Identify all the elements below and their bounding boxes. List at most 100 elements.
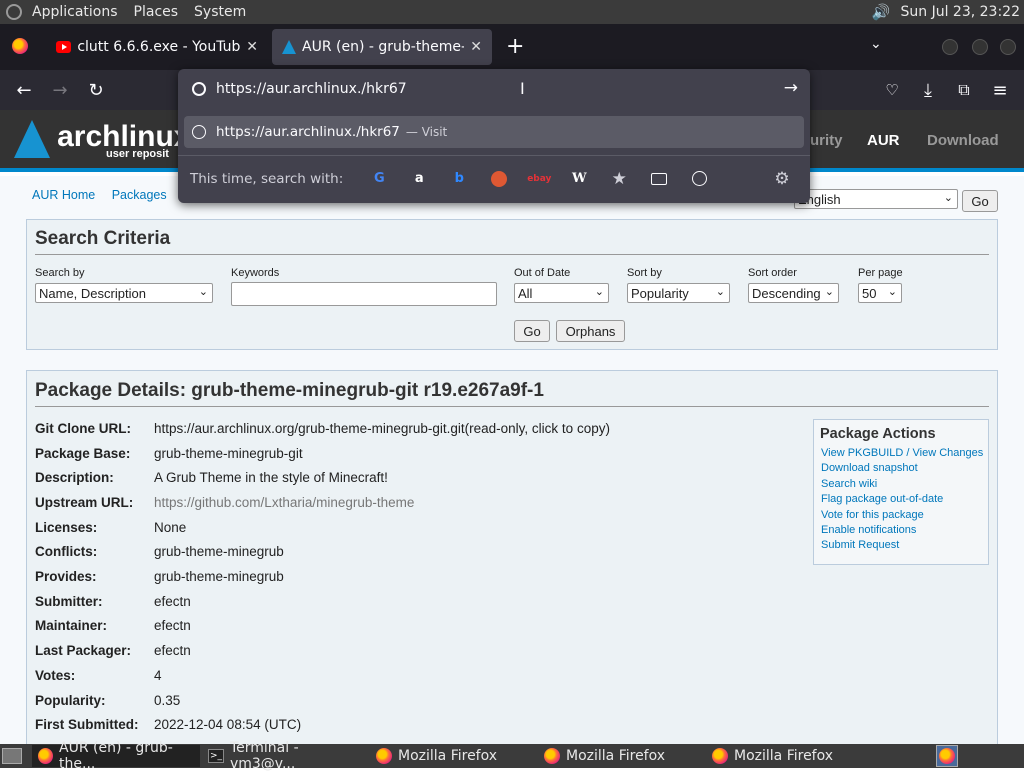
sort-order-select[interactable]: Descending ⌄ (748, 283, 839, 303)
ebay-icon[interactable]: ebay (527, 167, 551, 191)
firefox-icon (544, 748, 560, 764)
close-window-button[interactable] (1000, 39, 1016, 55)
chevron-down-icon: ⌄ (887, 286, 897, 298)
detail-row: First Submitted: 2022-12-04 08:54 (UTC) (35, 717, 301, 732)
nav-security[interactable]: urity (810, 132, 843, 149)
menu-icon[interactable]: ≡ (986, 76, 1014, 104)
close-icon[interactable]: ✕ (470, 39, 482, 55)
sort-by-select[interactable]: Popularity ⌄ (627, 283, 730, 303)
tab-youtube[interactable]: clutt 6.6.6.exe - YouTube ✕ (46, 29, 268, 65)
close-icon[interactable]: ✕ (246, 39, 258, 55)
system-menu[interactable]: System (194, 4, 246, 20)
search-wiki-link[interactable]: Search wiki (814, 477, 988, 492)
detail-row: Conflicts: grub-theme-minegrub (35, 544, 284, 559)
new-tab-button[interactable]: + (506, 34, 524, 59)
search-settings-gear-icon[interactable]: ⚙ (770, 167, 794, 191)
extensions-icon[interactable]: ⧉ (950, 76, 978, 104)
out-of-date-value: All (518, 285, 533, 301)
enable-notifications-link[interactable]: Enable notifications (814, 523, 988, 538)
keywords-input[interactable] (231, 282, 497, 306)
firefox-view-icon[interactable] (12, 38, 28, 58)
task-label: Mozilla Firefox (734, 748, 834, 764)
globe-icon (192, 125, 206, 139)
submit-request-link[interactable]: Submit Request (814, 538, 988, 553)
task-aur[interactable]: AUR (en) - grub-the... (32, 740, 200, 772)
downloads-icon[interactable]: ⤓ (914, 76, 942, 104)
detail-value: 4 (154, 668, 162, 683)
download-snapshot-link[interactable]: Download snapshot (814, 461, 988, 476)
package-base-link[interactable]: grub-theme-minegrub-git (154, 446, 303, 461)
tabs-icon[interactable] (647, 167, 671, 191)
nav-download[interactable]: Download (927, 132, 999, 149)
youtube-icon (56, 41, 72, 53)
chevron-down-icon: ⌄ (715, 286, 725, 298)
url-suggestion[interactable]: https://aur.archlinux./hkr67 — Visit (184, 116, 804, 148)
detail-key: Package Base: (35, 446, 131, 461)
detail-value: None (154, 520, 187, 535)
detail-key: Upstream URL: (35, 495, 134, 510)
detail-value: A Grub Theme in the style of Minecraft! (154, 470, 388, 485)
per-page-select[interactable]: 50 ⌄ (858, 283, 902, 303)
task-firefox-1[interactable]: Mozilla Firefox (370, 745, 536, 767)
places-menu[interactable]: Places (134, 4, 179, 20)
detail-key: Conflicts: (35, 544, 98, 559)
flag-out-of-date-link[interactable]: Flag package out-of-date (814, 492, 988, 507)
gnome-foot-icon[interactable] (6, 4, 22, 20)
maximize-window-button[interactable] (972, 39, 988, 55)
sort-by-label: Sort by (627, 267, 662, 279)
nav-aur-home[interactable]: AUR Home (32, 188, 95, 202)
show-desktop-icon[interactable] (2, 748, 22, 764)
reload-icon[interactable]: ↻ (82, 76, 110, 104)
sort-order-label: Sort order (748, 267, 797, 279)
detail-row: Upstream URL: https://github.com/Lxtharia… (35, 495, 414, 510)
task-firefox-2[interactable]: Mozilla Firefox (538, 745, 704, 767)
bookmarks-star-icon[interactable]: ★ (607, 167, 631, 191)
clock[interactable]: Sun Jul 23, 23:22 (901, 4, 1021, 20)
duckduckgo-icon[interactable] (487, 167, 511, 191)
workspace-switcher[interactable] (936, 745, 958, 767)
detail-row: Last Packager: efectn (35, 643, 191, 658)
go-arrow-icon[interactable]: → (784, 78, 798, 98)
amazon-icon[interactable]: a (407, 167, 431, 191)
detail-key: Submitter: (35, 594, 103, 609)
applications-menu[interactable]: Applications (32, 4, 118, 20)
pocket-icon[interactable]: ♡ (878, 76, 906, 104)
view-changes-link[interactable]: View Changes (913, 447, 984, 459)
view-pkgbuild-row: View PKGBUILD / View Changes (814, 446, 988, 461)
task-terminal[interactable]: >_ Terminal - vm3@v... (202, 740, 368, 772)
task-label: AUR (en) - grub-the... (59, 740, 173, 772)
orphans-button[interactable]: Orphans (556, 320, 625, 342)
google-icon[interactable]: G (367, 167, 391, 191)
volume-icon[interactable]: 🔊 (872, 3, 891, 21)
taskbar: AUR (en) - grub-the... >_ Terminal - vm3@… (0, 740, 1024, 772)
detail-value: grub-theme-minegrub (154, 544, 284, 559)
task-firefox-3[interactable]: Mozilla Firefox (706, 745, 872, 767)
bing-icon[interactable]: b (447, 167, 471, 191)
separator: / (903, 447, 913, 459)
minimize-window-button[interactable] (942, 39, 958, 55)
search-engine-row: This time, search with: G a b ebay W ★ ⚙ (178, 155, 810, 201)
url-input[interactable]: https://aur.archlinux./hkr67 (216, 81, 407, 97)
arch-logo[interactable]: archlinux user reposit (14, 120, 190, 160)
nav-aur[interactable]: AUR (867, 132, 900, 149)
detail-key: Popularity: (35, 693, 106, 708)
history-clock-icon[interactable] (687, 167, 711, 191)
nav-packages[interactable]: Packages (112, 188, 167, 202)
wikipedia-icon[interactable]: W (567, 167, 591, 191)
vote-link[interactable]: Vote for this package (814, 508, 988, 523)
forward-arrow-icon[interactable]: → (46, 76, 74, 104)
upstream-url-link[interactable]: https://github.com/Lxtharia/minegrub-the… (154, 495, 414, 510)
search-go-button[interactable]: Go (514, 320, 550, 342)
git-clone-url-link[interactable]: https://aur.archlinux.org/grub-theme-min… (154, 421, 465, 436)
urlbar[interactable]: https://aur.archlinux./hkr67 I → (178, 69, 810, 109)
list-all-tabs-icon[interactable]: ⌄ (870, 36, 882, 52)
search-by-select[interactable]: Name, Description ⌄ (35, 283, 213, 303)
back-arrow-icon[interactable]: ← (10, 76, 38, 104)
language-go-button[interactable]: Go (962, 190, 998, 212)
per-page-value: 50 (862, 285, 877, 301)
detail-row: Votes: 4 (35, 668, 162, 683)
view-pkgbuild-link[interactable]: View PKGBUILD (821, 447, 903, 459)
language-select[interactable]: English ⌄ (794, 189, 958, 209)
out-of-date-select[interactable]: All ⌄ (514, 283, 609, 303)
tab-aur[interactable]: AUR (en) - grub-theme-mine ✕ (272, 29, 492, 65)
